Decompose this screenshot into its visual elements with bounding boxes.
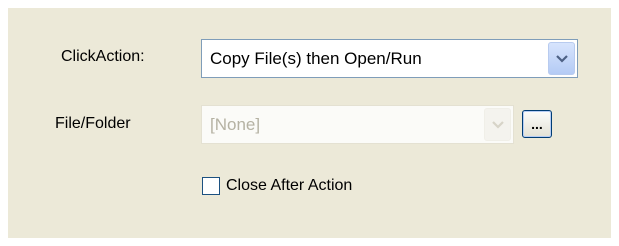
file-folder-value: [None] <box>210 114 261 134</box>
file-folder-dropdown[interactable]: [None] <box>201 105 514 144</box>
file-folder-label: File/Folder <box>55 115 131 132</box>
chevron-down-icon <box>484 108 511 141</box>
browse-button[interactable]: ... <box>522 110 552 138</box>
chevron-down-icon[interactable] <box>548 42 575 75</box>
settings-panel: ClickAction: Copy File(s) then Open/Run … <box>8 8 611 238</box>
close-after-action-checkbox[interactable] <box>202 177 220 195</box>
close-after-action-label[interactable]: Close After Action <box>226 177 352 195</box>
click-action-dropdown[interactable]: Copy File(s) then Open/Run <box>201 39 578 78</box>
click-action-value: Copy File(s) then Open/Run <box>210 48 422 68</box>
click-action-label: ClickAction: <box>61 48 145 65</box>
